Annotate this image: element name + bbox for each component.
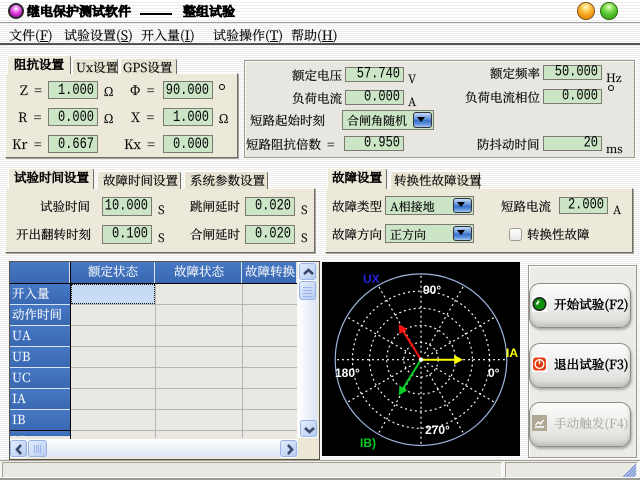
svg-text:180°: 180° [335,366,360,380]
svg-text:0°: 0° [488,366,500,380]
svg-text:IA: IA [506,346,518,360]
svg-text:270°: 270° [425,423,450,437]
svg-text:UX: UX [363,272,380,286]
svg-text:90°: 90° [423,283,441,297]
svg-text:IB): IB) [360,436,376,450]
